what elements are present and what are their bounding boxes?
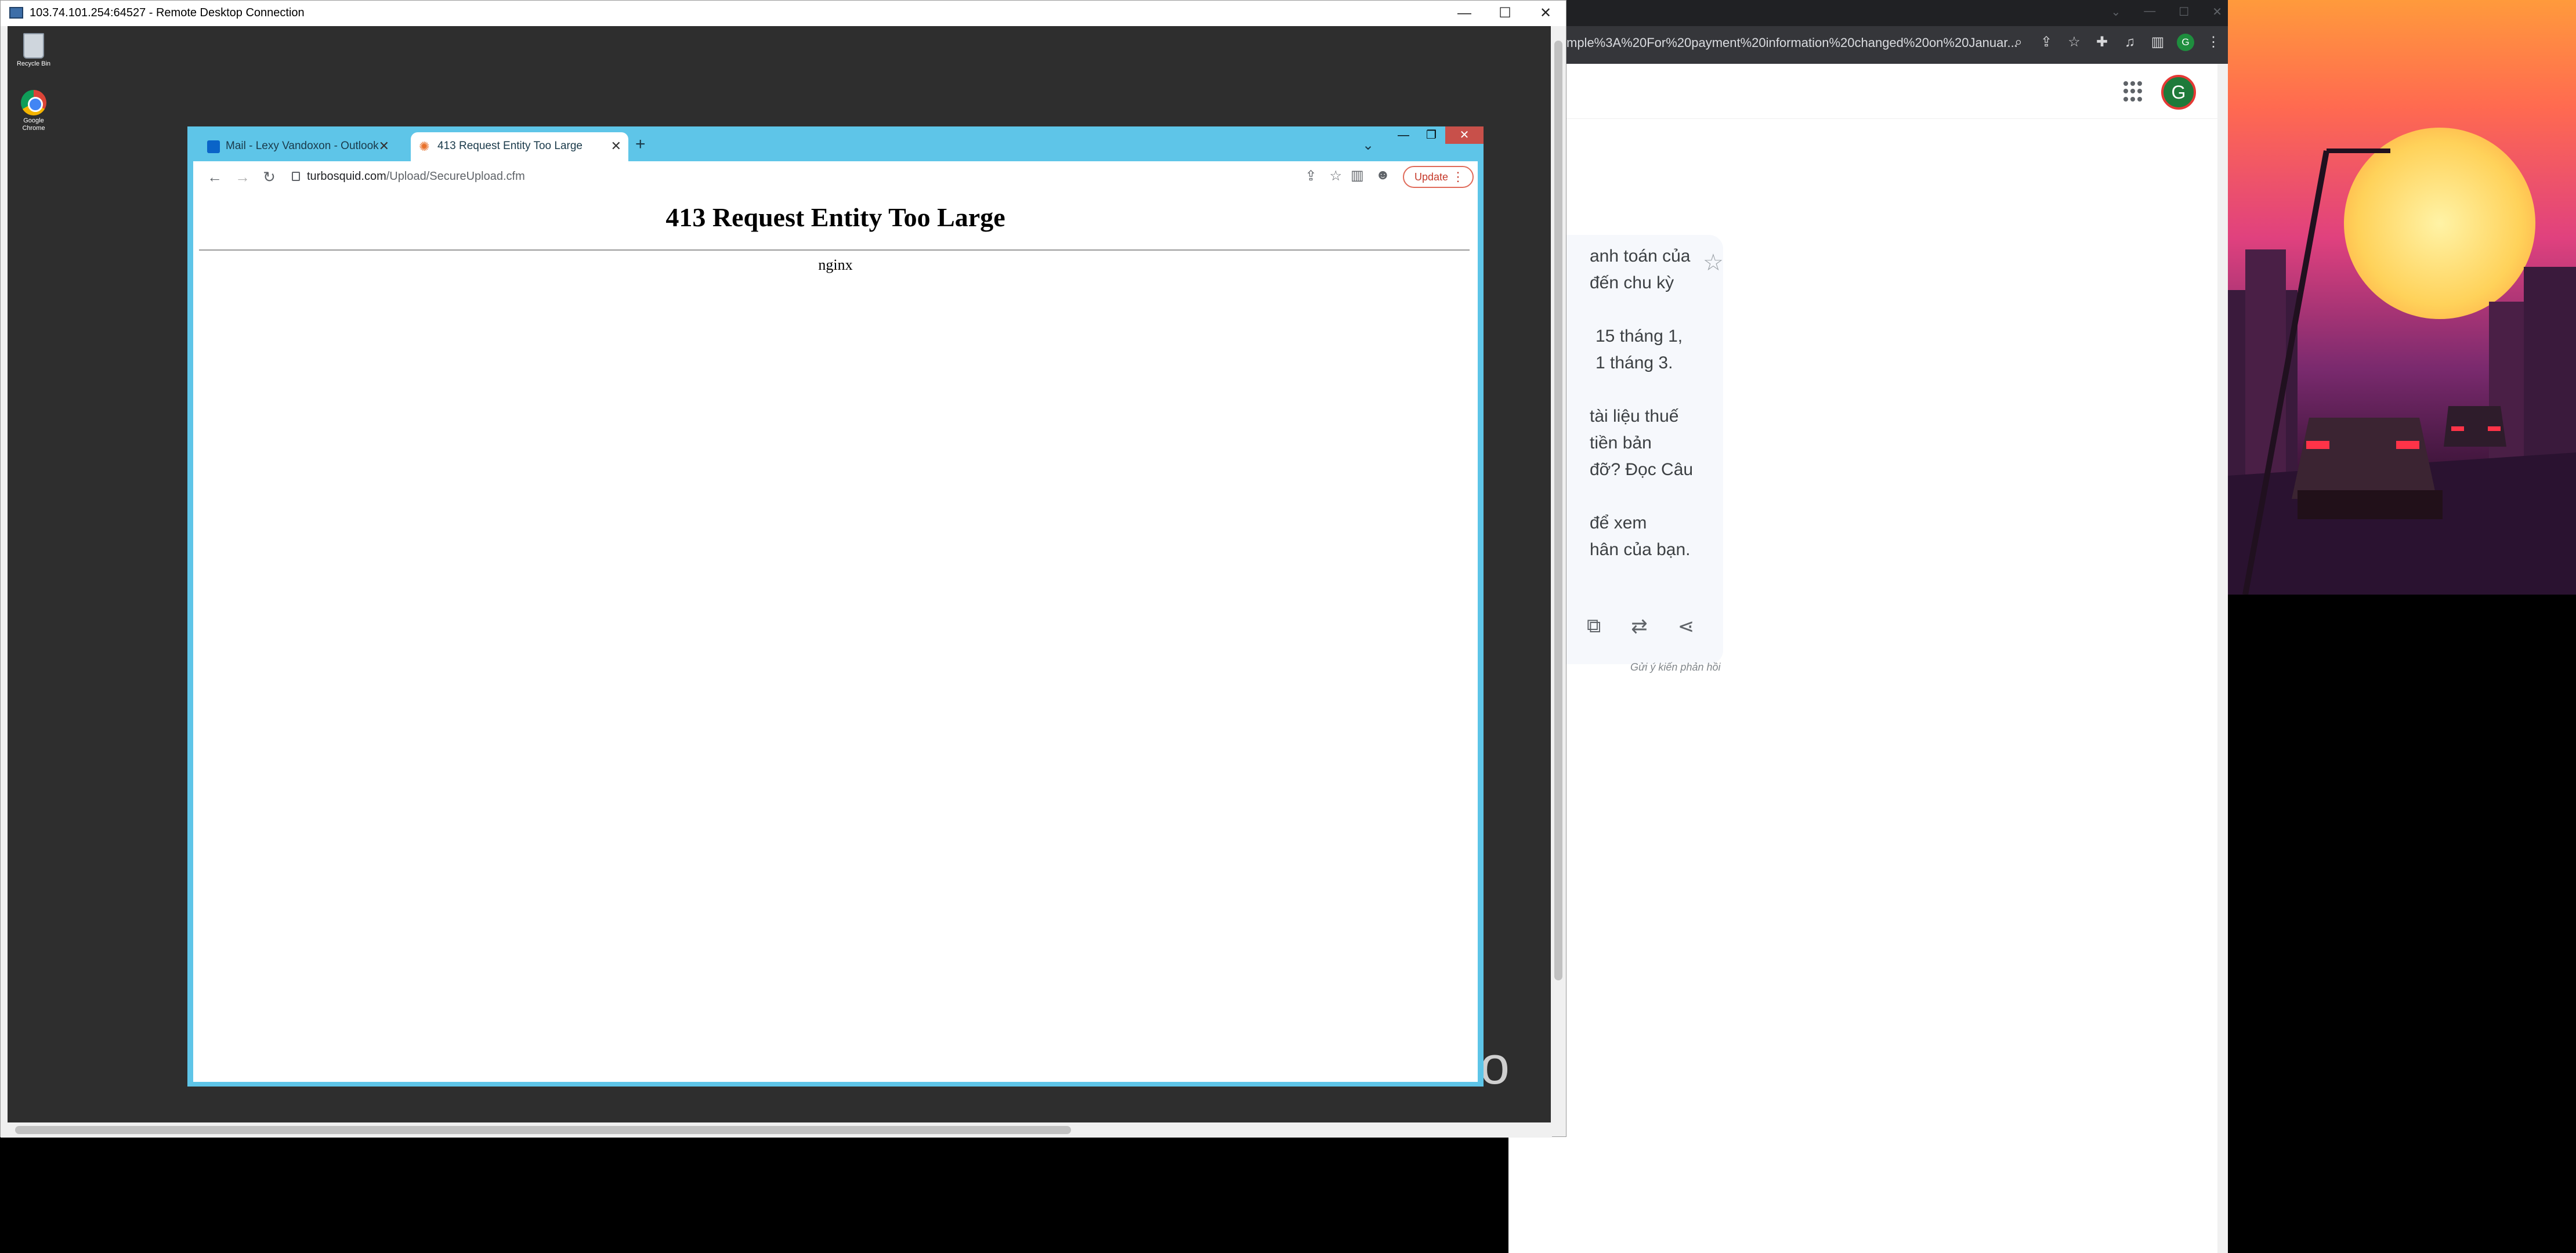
answer-line: anh toán của [1590,247,1691,266]
minimize-button[interactable]: — [1390,126,1417,144]
close-icon[interactable]: ✕ [379,132,389,160]
chevron-down-icon[interactable]: ⌄ [2111,5,2121,19]
tab-label: Mail - Lexy Vandoxon - Outlook [226,140,379,152]
feedback-link[interactable]: Gửi ý kiến phản hồi [1630,661,1721,673]
close-icon[interactable]: ✕ [611,132,621,160]
desktop-icon-recycle-bin[interactable]: Recycle Bin [13,33,54,68]
url-host: turbosquid.com [307,170,386,183]
minimize-icon[interactable]: — [2144,5,2155,19]
wallpaper-city-road [2228,149,2576,595]
outlook-icon [207,140,220,153]
share-icon[interactable]: ⋖ [1678,615,1695,638]
close-icon[interactable]: ✕ [2212,5,2222,19]
menu-icon: ⋮ [1452,169,1464,184]
tab-413-error[interactable]: ✺ 413 Request Entity Too Large ✕ [411,132,628,161]
answer-line: đến chu kỳ [1590,273,1674,292]
copy-icon[interactable]: ⧉ [1587,615,1601,638]
background-browser-toolbar: mple%3A%20For%20payment%20information%20… [1508,26,2228,64]
background-page-header: G [1508,64,2228,119]
new-tab-button[interactable]: + [635,135,646,154]
answer-line: hân của bạn. [1590,540,1691,559]
bookmark-star-icon[interactable]: ☆ [2065,34,2083,51]
answer-line: tài liệu thuế [1590,407,1679,426]
divider [199,249,1470,251]
back-button[interactable]: ← [205,167,225,187]
background-window-controls: ⌄ — ☐ ✕ [2111,5,2222,19]
close-button[interactable]: ✕ [1445,126,1484,144]
remote-desktop-title: 103.74.101.254:64527 - Remote Desktop Co… [30,6,305,19]
close-button[interactable]: ✕ [1525,1,1566,26]
remote-desktop-horizontal-scrollbar[interactable] [1,1122,1552,1138]
desktop-icon-google-chrome[interactable]: Google Chrome [13,90,54,132]
turbosquid-icon: ✺ [419,139,430,154]
remote-desktop-icon [9,7,23,19]
chrome-icon [21,90,46,115]
maximize-button[interactable]: ☐ [1485,1,1525,26]
background-toolbar-icons: ⌕ ⇪ ☆ ✚ ♫ ▥ G ⋮ [2010,34,2222,51]
update-button[interactable]: Update ⋮ [1403,166,1474,188]
apps-grid-icon[interactable] [2123,81,2144,102]
background-browser-titlebar: ⌄ — ☐ ✕ [1508,0,2228,26]
answer-line: 1 tháng 3. [1595,353,1673,372]
browser-toolbar: ← → ↻ turbosquid.com/Upload/SecureUpload… [193,161,1478,193]
tab-outlook-mail[interactable]: Mail - Lexy Vandoxon - Outlook ✕ [199,132,396,161]
url-path: /Upload/SecureUpload.cfm [386,170,525,183]
answer-actions: ⧉ ⇄ ⋖ [1587,615,1694,638]
share-icon[interactable]: ⇪ [1305,168,1316,184]
menu-icon[interactable]: ⋮ [2205,34,2222,51]
media-icon[interactable]: ♫ [2121,34,2139,51]
desktop-icon-label: Google Chrome [22,117,45,132]
reload-button[interactable]: ↻ [259,167,279,187]
answer-line: để xem [1590,513,1647,533]
url-text[interactable]: turbosquid.com/Upload/SecureUpload.cfm [307,170,525,183]
scrollbar-thumb[interactable] [15,1126,1071,1134]
background-browser-window: ⌄ — ☐ ✕ mple%3A%20For%20payment%20inform… [1508,0,2228,1253]
forward-button[interactable]: → [233,167,252,187]
extensions-icon[interactable]: ✚ [2093,34,2111,51]
inner-window-controls: — ❐ ✕ [1390,126,1484,144]
zoom-icon[interactable]: ⌕ [2010,34,2027,51]
background-scrollbar[interactable] [2217,64,2228,1253]
address-bar-icons: ⇪ ☆ [1305,168,1342,184]
modify-response-icon[interactable]: ⇄ [1631,615,1648,638]
maximize-icon[interactable]: ☐ [2179,5,2189,19]
inner-browser-window: Mail - Lexy Vandoxon - Outlook ✕ ✺ 413 R… [187,126,1484,1087]
account-avatar[interactable]: G [2161,75,2196,110]
tab-search-button[interactable]: ⌄ [1362,137,1374,154]
bookmark-star-icon[interactable]: ☆ [1329,168,1342,184]
remote-desktop-vertical-scrollbar[interactable] [1551,26,1566,1122]
profile-avatar[interactable]: G [2177,34,2194,51]
scrollbar-thumb[interactable] [1554,41,1562,980]
desktop-wallpaper [2228,0,2576,595]
lock-icon[interactable] [292,172,300,181]
toolbar-icons: ▥ ☻ [1351,167,1390,184]
desktop-icon-label: Recycle Bin [16,60,51,67]
error-heading: 413 Request Entity Too Large [665,202,1005,232]
answer-line: đỡ? Đọc Câu [1590,460,1694,479]
profile-icon[interactable]: ☻ [1376,167,1390,184]
remote-desktop-controls: — ☐ ✕ [1444,1,1566,26]
side-panel-icon[interactable]: ▥ [2149,34,2166,51]
tab-bar: Mail - Lexy Vandoxon - Outlook ✕ ✺ 413 R… [187,126,1484,161]
answer-line: 15 tháng 1, [1595,327,1683,346]
update-label: Update [1414,171,1449,183]
background-url-text[interactable]: mple%3A%20For%20payment%20information%20… [1566,35,2018,50]
remote-desktop-window: 103.74.101.254:64527 - Remote Desktop Co… [0,0,1566,1138]
answer-line: tiền bản [1590,433,1652,452]
address-bar[interactable]: turbosquid.com/Upload/SecureUpload.cfm ⇪… [286,165,1342,189]
server-name: nginx [818,256,853,273]
page-content: 413 Request Entity Too Large nginx [193,193,1478,1082]
minimize-button[interactable]: — [1444,1,1485,26]
star-icon[interactable]: ☆ [1703,249,1724,276]
share-icon[interactable]: ⇪ [2038,34,2055,51]
restore-button[interactable]: ❐ [1417,126,1445,144]
remote-desktop-titlebar: 103.74.101.254:64527 - Remote Desktop Co… [1,1,1566,26]
remote-desktop-surface: Recycle Bin Google Chrome indo Mail - Le… [8,26,1551,1122]
tab-label: 413 Request Entity Too Large [437,140,583,152]
side-panel-icon[interactable]: ▥ [1351,167,1364,184]
recycle-bin-icon [23,33,44,59]
